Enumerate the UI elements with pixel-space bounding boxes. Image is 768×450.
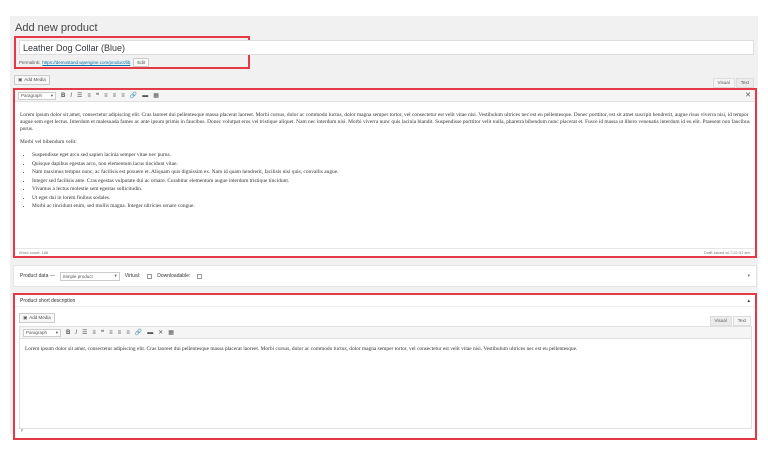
fullscreen-icon[interactable]: ✕ [158,329,163,337]
content-list: Suspendisse eget arcu sed sapien lacinia… [32,152,750,210]
link-icon[interactable]: 🔗 [135,329,142,337]
editor-toolbar: Paragraph ▾ B I ☰ ≡ ❝ ≡ ≡ ≡ 🔗 ▬ ▦ ✕ [15,90,755,102]
short-editor-tabs: Visual Text [709,316,751,326]
align-left-icon[interactable]: ≡ [104,92,108,100]
downloadable-checkbox[interactable] [197,273,203,279]
list-item: Ut eget dui in lorem finibus sodales. [32,195,750,202]
bullet-list-icon[interactable]: ☰ [77,92,82,100]
align-right-icon[interactable]: ≡ [121,92,125,100]
short-description-editor: Paragraph ▾ B I ☰ ≡ ❝ ≡ ≡ ≡ 🔗 ▬ ✕ ▦ Lore… [19,326,752,429]
format-select[interactable]: Paragraph ▾ [18,91,56,100]
italic-icon[interactable]: I [70,92,72,100]
align-center-icon[interactable]: ≡ [113,92,117,100]
format-select[interactable]: Paragraph ▾ [23,328,61,337]
product-title-input[interactable] [19,40,754,55]
short-add-media-button[interactable]: ▣ Add Media [19,313,55,323]
blockquote-icon[interactable]: ❝ [101,329,104,337]
italic-icon[interactable]: I [75,329,77,337]
link-icon[interactable]: 🔗 [130,92,137,100]
tab-visual[interactable]: Visual [712,78,735,88]
blockquote-icon[interactable]: ❝ [96,92,99,100]
read-more-icon[interactable]: ▬ [147,329,153,337]
editor-content[interactable]: Lorem ipsum dolor sit amet, consectetur … [15,102,755,210]
short-description-title: Product short description [20,297,76,304]
short-description-content[interactable]: Lorem ipsum dolor sit amet, consectetur … [20,339,751,360]
bold-icon[interactable]: B [66,329,70,337]
format-select-value: Paragraph [26,329,48,335]
short-description-header[interactable]: Product short description ▴ [15,295,755,307]
tab-visual[interactable]: Visual [709,316,732,326]
tab-text[interactable]: Text [732,316,751,326]
format-select-value: Paragraph [21,92,43,98]
list-item: Suspendisse eget arcu sed sapien lacinia… [32,152,750,159]
draft-saved-status: Draft saved at 7:22:31 am. [703,250,751,255]
add-media-button[interactable]: ▣ Add Media [14,75,50,85]
content-paragraph: Morbi vel bibendum velit: [20,139,77,145]
collapse-arrow-icon[interactable]: ▴ [747,298,750,304]
media-icon: ▣ [23,315,28,320]
collapse-toggle-icon[interactable]: ▾ [747,273,750,279]
product-data-label: Product data — [20,273,55,279]
editor-tabs: Visual Text [712,78,754,88]
permalink-edit-button[interactable]: Edit [133,58,150,67]
fullscreen-icon[interactable]: ✕ [745,91,751,99]
list-item: Quisque dapibus egestas arcu, non elemen… [32,161,750,168]
list-item: Nam maximus tempus nunc, ac facilisis es… [32,169,750,176]
content-paragraph: Lorem ipsum dolor sit amet, consectetur … [20,112,750,132]
description-editor: Paragraph ▾ B I ☰ ≡ ❝ ≡ ≡ ≡ 🔗 ▬ ▦ ✕ Lore… [13,88,757,258]
bold-icon[interactable]: B [61,92,65,100]
align-center-icon[interactable]: ≡ [118,329,122,337]
numbered-list-icon[interactable]: ≡ [87,92,91,100]
downloadable-label: Downloadable: [157,273,191,279]
toolbar-toggle-icon[interactable]: ▦ [153,92,159,100]
chevron-down-icon: ▾ [55,329,58,335]
title-highlight: Permalink: https://demostand.wpengine.co… [14,36,754,69]
permalink-link[interactable]: https://demostand.wpengine.com/product/l… [42,60,130,65]
media-icon: ▣ [18,77,23,82]
list-item: Integer sed facilisis ante. Cras egestas… [32,178,750,185]
virtual-label: Virtual: [124,273,141,279]
align-left-icon[interactable]: ≡ [109,329,113,337]
add-media-label: Add Media [24,77,46,82]
page-title: Add new product [15,22,98,34]
list-item: Vivamus a lectus molestie sem egestas so… [32,186,750,193]
word-count: Word count: 166 [19,250,49,255]
product-data-bar: Product data — Simple product ▾ Virtual:… [13,265,757,287]
virtual-checkbox[interactable] [147,273,153,279]
align-right-icon[interactable]: ≡ [126,329,130,337]
product-type-select[interactable]: Simple product ▾ [59,271,120,281]
add-media-label: Add Media [29,315,51,320]
permalink-label: Permalink: [19,60,41,65]
tab-text[interactable]: Text [735,78,754,88]
product-type-value: Simple product [62,273,93,279]
bullet-list-icon[interactable]: ☰ [82,329,87,337]
edit-product-page: Add new product Permalink: https://demos… [10,16,758,440]
toolbar-toggle-icon[interactable]: ▦ [168,329,174,337]
list-item: Morbi ac tincidunt enim, sed mollis magn… [32,203,750,210]
chevron-down-icon: ▾ [50,92,53,98]
short-description-panel: Product short description ▴ ▣ Add Media … [13,293,757,440]
editor-status-bar: Word count: 166 Draft saved at 7:22:31 a… [15,248,755,256]
numbered-list-icon[interactable]: ≡ [92,329,96,337]
permalink-row: Permalink: https://demostand.wpengine.co… [19,58,150,67]
short-editor-toolbar: Paragraph ▾ B I ☰ ≡ ❝ ≡ ≡ ≡ 🔗 ▬ ✕ ▦ [20,327,751,339]
element-path: p [21,427,24,432]
chevron-down-icon: ▾ [114,273,117,278]
read-more-icon[interactable]: ▬ [142,92,148,100]
